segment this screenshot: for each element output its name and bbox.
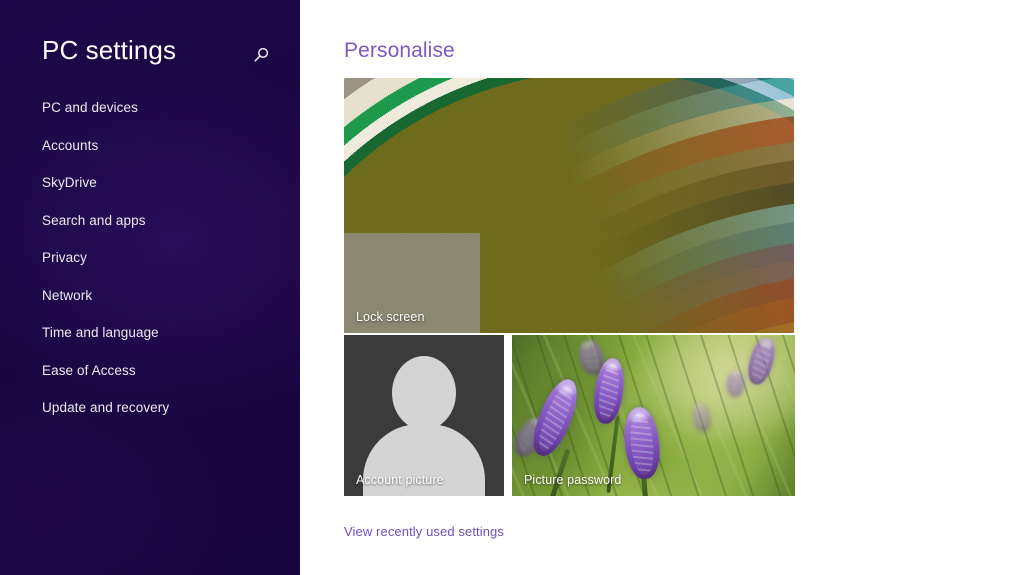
- sidebar-item-accounts[interactable]: Accounts: [42, 137, 290, 175]
- sidebar-item-pc-and-devices[interactable]: PC and devices: [42, 99, 290, 137]
- tile-account-picture[interactable]: Account picture: [344, 335, 504, 496]
- avatar-head-icon: [392, 356, 456, 430]
- view-recently-used-settings-link[interactable]: View recently used settings: [344, 523, 504, 541]
- tile-lock-screen[interactable]: Lock screen: [344, 78, 794, 333]
- content-pane: Personalise Lock screen Account picture: [300, 0, 1024, 575]
- sidebar-header: PC settings: [42, 34, 284, 74]
- sidebar-nav: PC and devices Accounts SkyDrive Search …: [42, 99, 290, 437]
- sidebar-item-update-and-recovery[interactable]: Update and recovery: [42, 399, 290, 437]
- tile-label-account-picture: Account picture: [356, 473, 444, 487]
- sidebar-item-search-and-apps[interactable]: Search and apps: [42, 212, 290, 250]
- sidebar: PC settings PC and devices Accounts SkyD…: [0, 0, 300, 575]
- sidebar-item-privacy[interactable]: Privacy: [42, 249, 290, 287]
- sidebar-item-network[interactable]: Network: [42, 287, 290, 325]
- tile-label-picture-password: Picture password: [524, 473, 622, 487]
- page-title-personalise: Personalise: [344, 39, 455, 62]
- tile-picture-password[interactable]: Picture password: [512, 335, 795, 496]
- sidebar-item-skydrive[interactable]: SkyDrive: [42, 174, 290, 212]
- tile-label-lock-screen: Lock screen: [356, 310, 425, 324]
- sidebar-item-time-and-language[interactable]: Time and language: [42, 324, 290, 362]
- search-icon[interactable]: [248, 42, 274, 68]
- sidebar-item-ease-of-access[interactable]: Ease of Access: [42, 362, 290, 400]
- pc-settings-app: PC settings PC and devices Accounts SkyD…: [0, 0, 1024, 575]
